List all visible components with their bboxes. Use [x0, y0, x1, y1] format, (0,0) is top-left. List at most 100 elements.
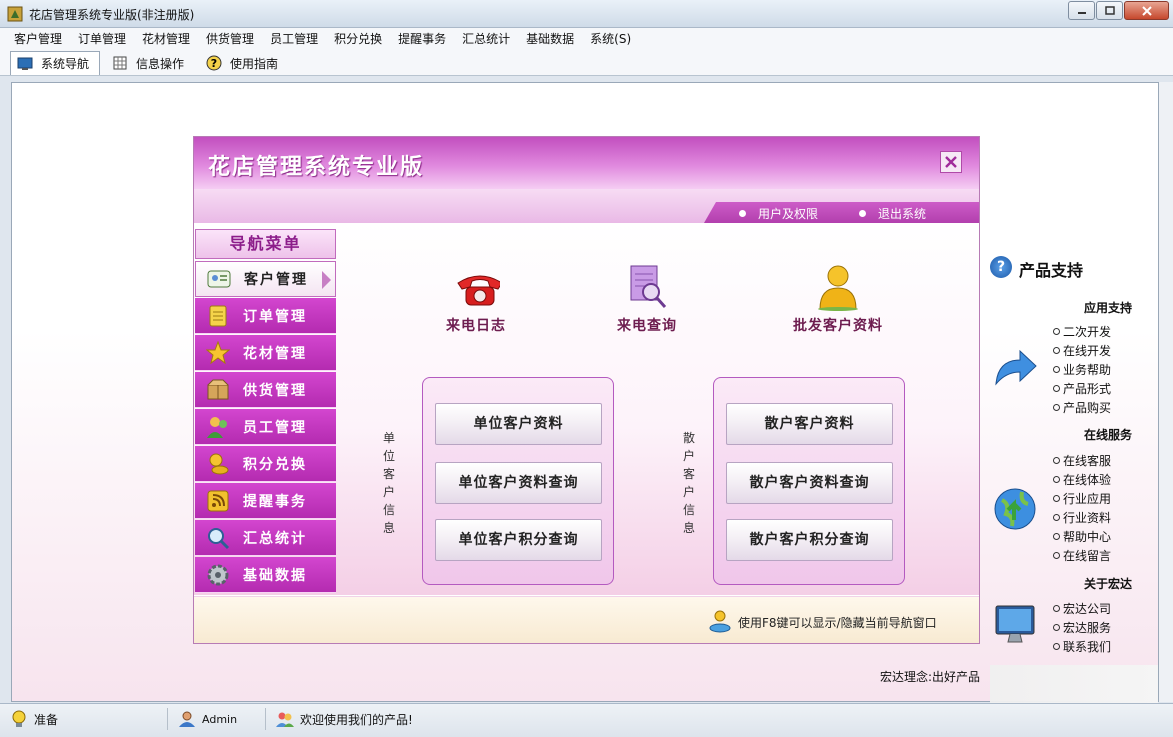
retail-customer-query-button[interactable]: 散户客户资料查询: [726, 462, 893, 504]
label-char: 散: [682, 431, 695, 445]
link-label: 行业应用: [1063, 492, 1112, 506]
quick-label: 来电查询: [617, 318, 677, 334]
title-bar: 花店管理系统专业版(非注册版): [0, 0, 1173, 28]
retail-customer-group: 散户客户资料 散户客户资料查询 散户客户积分查询: [713, 377, 905, 585]
maximize-button[interactable]: [1096, 1, 1123, 20]
nav-header: 花店管理系统专业版: [194, 137, 979, 189]
menu-customer[interactable]: 客户管理: [6, 28, 70, 50]
unit-points-query-button[interactable]: 单位客户积分查询: [435, 519, 602, 561]
menu-staff[interactable]: 员工管理: [262, 28, 326, 50]
link-product-form[interactable]: 产品形式: [1053, 380, 1111, 397]
status-user: Admin: [168, 708, 266, 730]
label-char: 位: [382, 449, 395, 463]
tip-icon: [709, 610, 731, 633]
bullet-icon: [1053, 495, 1060, 502]
side-item-points[interactable]: 积分兑换: [195, 446, 336, 482]
call-log-link[interactable]: 来电日志: [401, 263, 551, 335]
unit-group-label: 单 位 客 户 信 息: [382, 429, 396, 537]
link-online-trial[interactable]: 在线体验: [1053, 471, 1111, 488]
bullet-icon: [1053, 404, 1060, 411]
tab-info-ops[interactable]: 信息操作: [106, 51, 194, 75]
side-item-label: 积分兑换: [243, 456, 307, 473]
link-service[interactable]: 宏达服务: [1053, 619, 1111, 636]
right-edge: [1159, 82, 1173, 702]
link-contact[interactable]: 联系我们: [1053, 638, 1111, 655]
label-char: 信: [382, 503, 395, 517]
menu-summary[interactable]: 汇总统计: [454, 28, 518, 50]
side-item-flower[interactable]: 花材管理: [195, 335, 336, 371]
menu-order[interactable]: 订单管理: [70, 28, 134, 50]
chevron-right-icon: [322, 271, 331, 289]
notepad-icon: [206, 304, 230, 328]
link-label: 在线体验: [1063, 473, 1112, 487]
retail-customer-info-button[interactable]: 散户客户资料: [726, 403, 893, 445]
link-industry-docs[interactable]: 行业资料: [1053, 509, 1111, 526]
side-item-label: 花材管理: [243, 345, 307, 362]
exit-system-link[interactable]: 退出系统: [859, 205, 926, 222]
menu-supply[interactable]: 供货管理: [198, 28, 262, 50]
link-label: 在线客服: [1063, 454, 1112, 468]
menu-basic-data[interactable]: 基础数据: [518, 28, 582, 50]
side-item-staff[interactable]: 员工管理: [195, 409, 336, 445]
tab-label: 使用指南: [230, 56, 279, 71]
link-business-help[interactable]: 业务帮助: [1053, 361, 1111, 378]
status-welcome: 欢迎使用我们的产品!: [266, 708, 566, 730]
help-icon: ?: [990, 256, 1012, 278]
side-item-order[interactable]: 订单管理: [195, 298, 336, 334]
section-about: 关于宏达: [1084, 577, 1133, 591]
menu-system[interactable]: 系统(S): [582, 28, 639, 50]
wholesale-customer-link[interactable]: 批发客户资料: [763, 263, 913, 335]
company-motto: 宏达理念:出好产品: [880, 670, 981, 684]
nav-close-button[interactable]: [940, 151, 962, 173]
tab-system-nav[interactable]: 系统导航: [10, 51, 100, 75]
menu-points[interactable]: 积分兑换: [326, 28, 390, 50]
link-product-purchase[interactable]: 产品购买: [1053, 399, 1111, 416]
search-document-icon: [623, 263, 671, 311]
side-item-summary[interactable]: 汇总统计: [195, 520, 336, 556]
side-item-basic-data[interactable]: 基础数据: [195, 557, 336, 593]
link-label: 产品购买: [1063, 401, 1112, 415]
bullet-icon: [1053, 552, 1060, 559]
bullet-icon: [1053, 457, 1060, 464]
user-icon: [814, 263, 862, 311]
label-char: 客: [682, 467, 695, 481]
unit-customer-query-button[interactable]: 单位客户资料查询: [435, 462, 602, 504]
user-rights-link[interactable]: 用户及权限: [739, 205, 818, 222]
retail-points-query-button[interactable]: 散户客户积分查询: [726, 519, 893, 561]
link-online-message[interactable]: 在线留言: [1053, 547, 1111, 564]
close-button[interactable]: [1124, 1, 1169, 20]
link-online-cs[interactable]: 在线客服: [1053, 452, 1111, 469]
users-icon: [276, 710, 294, 728]
globe-icon: [994, 488, 1036, 530]
link-industry-apps[interactable]: 行业应用: [1053, 490, 1111, 507]
nav-footer: 使用F8键可以显示/隐藏当前导航窗口: [194, 596, 979, 643]
telephone-icon: [452, 263, 500, 311]
side-item-supply[interactable]: 供货管理: [195, 372, 336, 408]
side-item-customer[interactable]: 客户管理: [195, 261, 336, 297]
link-label: 帮助中心: [1063, 530, 1112, 544]
link-secondary-dev[interactable]: 二次开发: [1053, 323, 1111, 340]
menu-reminder[interactable]: 提醒事务: [390, 28, 454, 50]
monitor-icon: [17, 56, 33, 72]
arrow-icon: [995, 349, 1037, 386]
link-online-dev[interactable]: 在线开发: [1053, 342, 1111, 359]
tab-user-guide[interactable]: ? 使用指南: [200, 51, 288, 75]
link-label: 行业资料: [1063, 511, 1112, 525]
link-help-center[interactable]: 帮助中心: [1053, 528, 1111, 545]
unit-customer-info-button[interactable]: 单位客户资料: [435, 403, 602, 445]
link-company[interactable]: 宏达公司: [1053, 600, 1111, 617]
call-search-link[interactable]: 来电查询: [572, 263, 722, 335]
bullet-icon: [1053, 605, 1060, 612]
side-item-reminder[interactable]: 提醒事务: [195, 483, 336, 519]
close-icon: [1141, 5, 1152, 16]
bullet-icon: [1053, 366, 1060, 373]
minimize-button[interactable]: [1068, 1, 1095, 20]
side-item-label: 客户管理: [244, 272, 308, 288]
navigation-window: 花店管理系统专业版 用户及权限 退出系统 导航菜单 客户管理 订单管理 花材管理…: [193, 136, 980, 644]
contact-card-icon: [207, 267, 231, 291]
quick-label: 来电日志: [446, 318, 506, 334]
help-icon: ?: [206, 55, 222, 71]
bullet-icon: [1053, 514, 1060, 521]
link-label: 产品形式: [1063, 382, 1112, 396]
menu-flower[interactable]: 花材管理: [134, 28, 198, 50]
